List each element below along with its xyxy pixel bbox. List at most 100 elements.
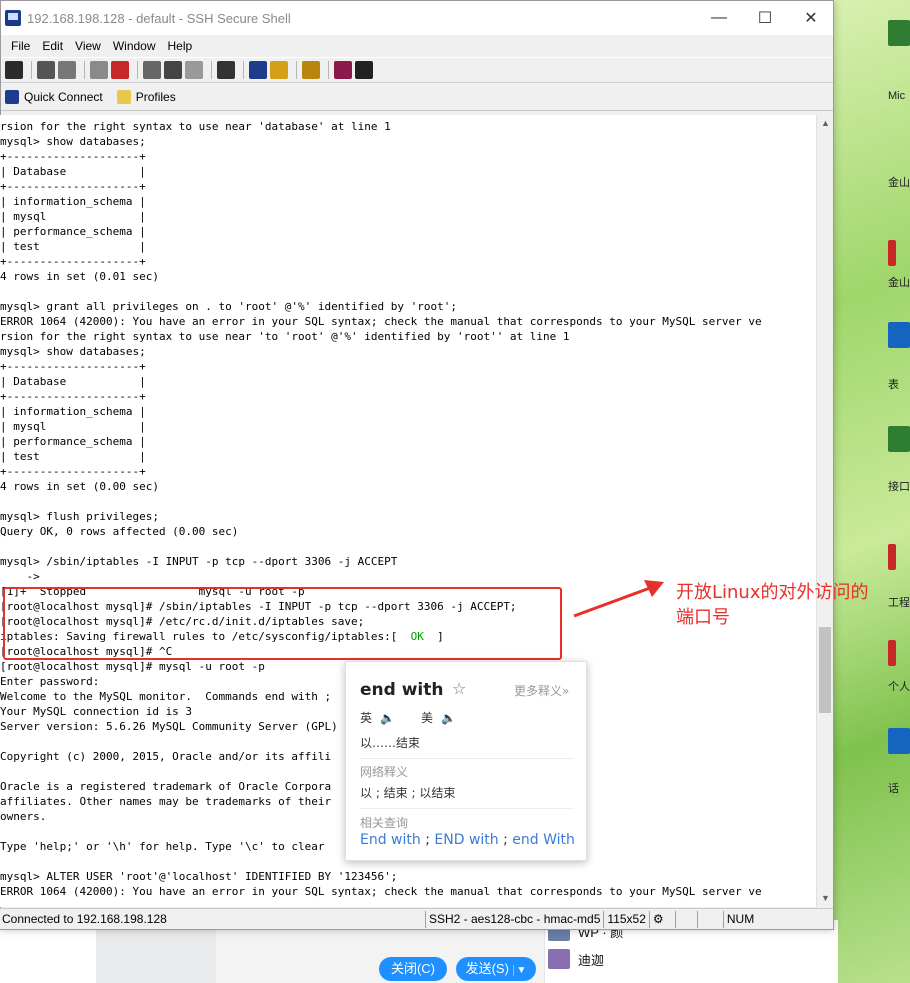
quick-connect-icon bbox=[5, 89, 19, 104]
terminal-line: rsion for the right syntax to use near '… bbox=[0, 330, 570, 343]
contact-name: 迪迦 bbox=[578, 952, 605, 968]
desktop-label: 金山 bbox=[888, 277, 910, 289]
minimize-button[interactable]: — bbox=[696, 1, 742, 35]
terminal-line: Enter password: bbox=[0, 675, 100, 688]
toolbar-separator bbox=[137, 61, 138, 79]
status-empty-cell bbox=[696, 910, 723, 928]
annotation-line: 端口号 bbox=[676, 607, 730, 628]
menu-bar: File Edit View Window Help bbox=[1, 35, 833, 57]
terminal-line: | performance_schema | bbox=[0, 435, 146, 448]
desktop-file-icon[interactable] bbox=[888, 544, 896, 570]
avatar bbox=[548, 949, 570, 969]
desktop-label: 接口 bbox=[888, 481, 910, 493]
menu-window[interactable]: Window bbox=[107, 39, 162, 53]
send-button[interactable]: 发送(S) ▼ bbox=[456, 957, 536, 981]
status-bar: Connected to 192.168.198.128 SSH2 - aes1… bbox=[0, 908, 833, 929]
pronunciation-uk: 英 🔈 bbox=[360, 709, 395, 726]
context-help-icon[interactable] bbox=[355, 61, 373, 79]
chevron-down-icon[interactable]: ▼ bbox=[512, 965, 527, 976]
related-link[interactable]: END with bbox=[434, 832, 498, 848]
paste-special-icon[interactable] bbox=[185, 61, 203, 79]
desktop-file-icon[interactable] bbox=[888, 640, 896, 666]
disconnect-icon[interactable] bbox=[90, 61, 108, 79]
maximize-button[interactable]: ☐ bbox=[742, 1, 788, 35]
chat-sidebar bbox=[96, 927, 216, 983]
title-bar[interactable]: 192.168.198.128 - default - SSH Secure S… bbox=[1, 1, 833, 35]
profiles-button[interactable]: Profiles bbox=[116, 89, 176, 104]
terminal-line: Type 'help;' or '\h' for help. Type '\c'… bbox=[0, 840, 325, 853]
close-chat-button[interactable]: 关闭(C) bbox=[379, 957, 447, 981]
profiles-label: Profiles bbox=[135, 89, 176, 104]
terminal-size: 115x52 bbox=[603, 910, 648, 928]
toolbar-separator bbox=[31, 61, 32, 79]
quick-connect-button[interactable]: Quick Connect bbox=[5, 89, 103, 104]
annotation-text: 开放Linux的对外访问的 端口号 bbox=[676, 580, 906, 630]
copy-icon[interactable] bbox=[143, 61, 161, 79]
terminal-line: 4 rows in set (0.01 sec) bbox=[0, 270, 159, 283]
terminal-scrollbar[interactable]: ▲ ▼ bbox=[816, 115, 833, 907]
terminal-line: | test | bbox=[0, 240, 146, 253]
print-preview-icon[interactable] bbox=[58, 61, 76, 79]
speaker-icon[interactable]: 🔈 bbox=[380, 711, 395, 725]
more-definitions-link[interactable]: 更多释义» bbox=[514, 682, 569, 699]
menu-file[interactable]: File bbox=[5, 39, 36, 53]
desktop-file-icon[interactable] bbox=[888, 728, 910, 754]
status-empty-cell bbox=[674, 910, 697, 928]
help-book-icon[interactable] bbox=[334, 61, 352, 79]
terminal-line: mysql> ALTER USER 'root'@'localhost' IDE… bbox=[0, 870, 398, 883]
new-file-transfer-icon[interactable] bbox=[270, 61, 288, 79]
terminal-line: [root@localhost mysql]# mysql -u root -p bbox=[0, 660, 265, 673]
terminal-line: mysql> flush privileges; bbox=[0, 510, 159, 523]
terminal-line: -> bbox=[0, 570, 40, 583]
new-terminal-icon[interactable] bbox=[249, 61, 267, 79]
terminal-line: Query OK, 0 rows affected (0.00 sec) bbox=[0, 525, 239, 538]
menu-edit[interactable]: Edit bbox=[36, 39, 69, 53]
web-definitions: 以 ; 结束 ; 以结束 bbox=[360, 786, 456, 800]
paste-icon[interactable] bbox=[164, 61, 182, 79]
desktop-file-icon[interactable] bbox=[888, 426, 910, 452]
save-icon[interactable] bbox=[5, 61, 23, 79]
menu-help[interactable]: Help bbox=[162, 39, 199, 53]
terminal-line: +--------------------+ bbox=[0, 390, 146, 403]
related-link[interactable]: End with bbox=[360, 832, 421, 848]
print-icon[interactable] bbox=[37, 61, 55, 79]
related-queries: End with ; END with ; end With bbox=[360, 832, 575, 848]
speaker-icon[interactable]: 🔈 bbox=[441, 711, 456, 725]
desktop-file-icon[interactable] bbox=[888, 20, 910, 46]
terminal-line: +--------------------+ bbox=[0, 360, 146, 373]
terminal-line: mysql> show databases; bbox=[0, 135, 146, 148]
terminal-line: | performance_schema | bbox=[0, 225, 146, 238]
star-icon[interactable]: ☆ bbox=[452, 679, 466, 698]
terminal-line: Welcome to the MySQL monitor. Commands e… bbox=[0, 690, 332, 703]
terminal-line: Your MySQL connection id is 3 bbox=[0, 705, 193, 718]
ssh-app-icon bbox=[5, 10, 21, 26]
contact-item[interactable]: 迪迦 bbox=[548, 948, 604, 970]
close-button[interactable]: ✕ bbox=[788, 1, 834, 35]
quick-connect-label: Quick Connect bbox=[24, 89, 103, 104]
related-link[interactable]: end With bbox=[512, 832, 575, 848]
terminal-line: ERROR 1064 (42000): You have an error in… bbox=[0, 315, 762, 328]
find-icon[interactable] bbox=[217, 61, 235, 79]
desktop-background: Mic 金山 金山 表 接口 工程 个人 话 bbox=[834, 0, 910, 983]
terminal-line: +--------------------+ bbox=[0, 465, 146, 478]
terminal-line: mysql> show databases; bbox=[0, 345, 146, 358]
scroll-up-arrow-icon[interactable]: ▲ bbox=[817, 115, 834, 132]
terminal-line: +--------------------+ bbox=[0, 150, 146, 163]
terminal-line: owners. bbox=[0, 810, 47, 823]
dict-word: end with bbox=[360, 680, 444, 700]
settings-icon[interactable] bbox=[302, 61, 320, 79]
terminal-line: mysql> /sbin/iptables -I INPUT -p tcp --… bbox=[0, 555, 398, 568]
desktop-file-icon[interactable] bbox=[888, 322, 910, 348]
num-lock-indicator: NUM bbox=[722, 910, 757, 928]
terminal-line: | information_schema | bbox=[0, 195, 146, 208]
scrollbar-thumb[interactable] bbox=[819, 627, 831, 713]
menu-view[interactable]: View bbox=[69, 39, 107, 53]
reconnect-icon[interactable] bbox=[111, 61, 129, 79]
desktop-file-icon[interactable] bbox=[888, 240, 896, 266]
desktop-label: 金山 bbox=[888, 177, 910, 189]
scroll-down-arrow-icon[interactable]: ▼ bbox=[817, 890, 834, 907]
toolbar-separator bbox=[243, 61, 244, 79]
desktop-label: 表 bbox=[888, 379, 899, 391]
transfer-icon: ⚙ bbox=[648, 910, 675, 928]
toolbar bbox=[1, 57, 833, 83]
